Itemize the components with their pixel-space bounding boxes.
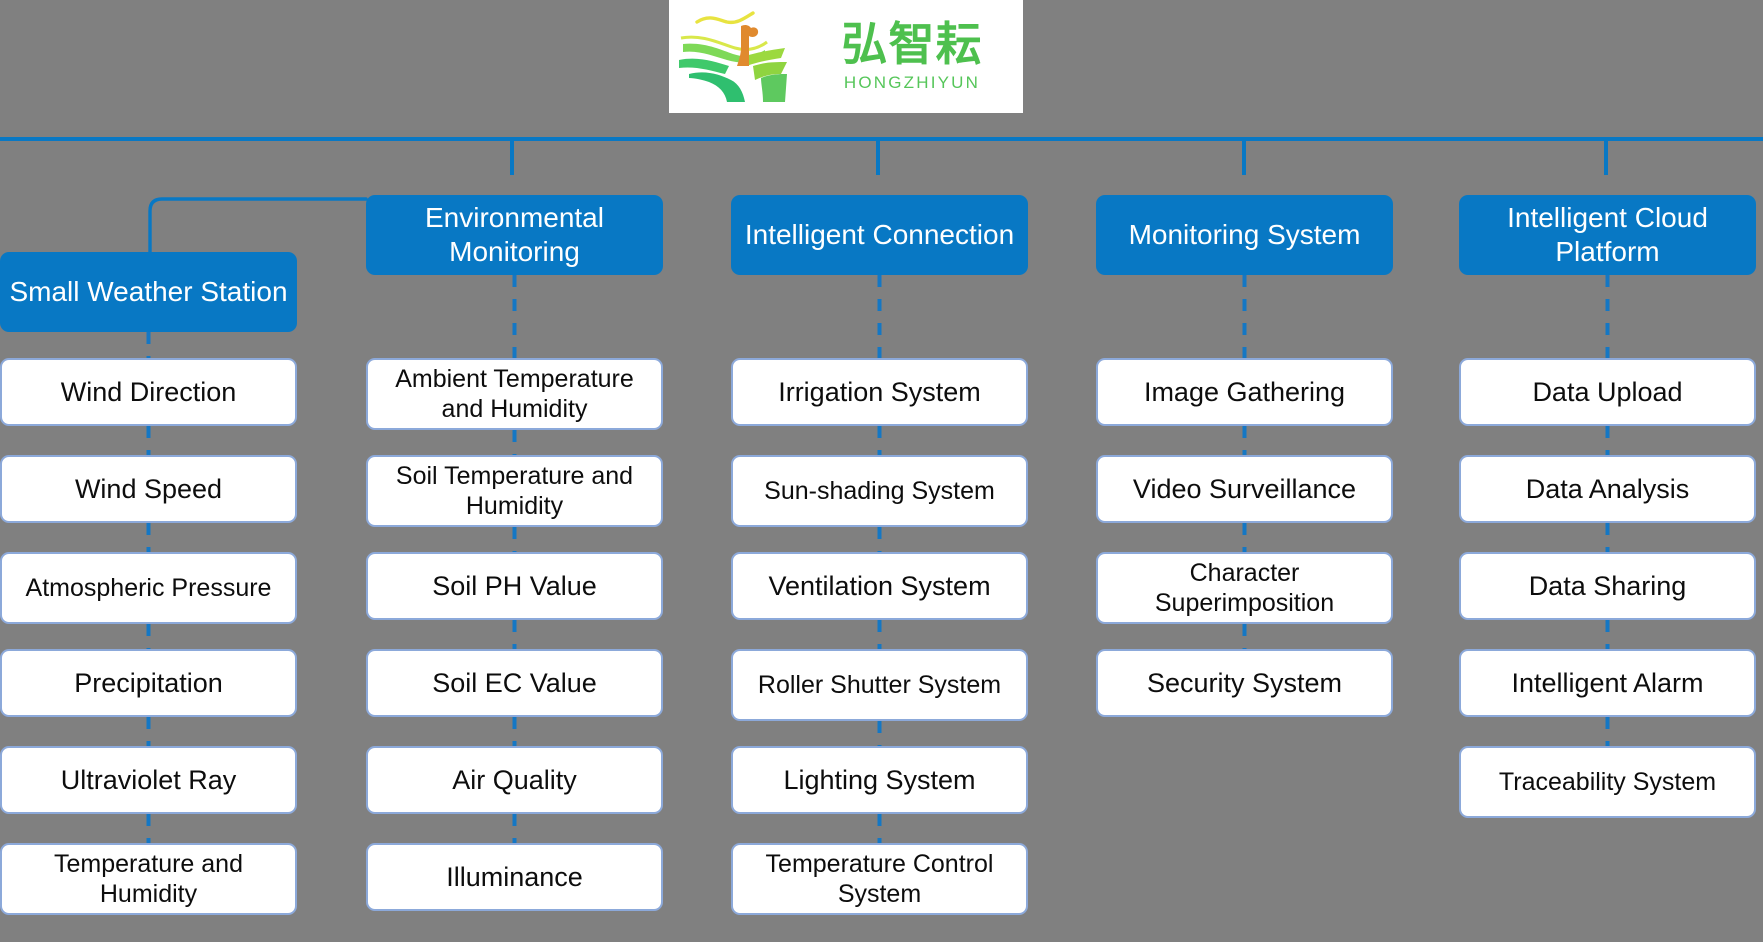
item-monitoring-system-2[interactable]: Character Superimposition: [1096, 552, 1393, 624]
header-environmental-monitoring-label: Environmental Monitoring: [425, 201, 604, 267]
item-small-weather-station-1[interactable]: Wind Speed: [0, 455, 297, 523]
item-intelligent-connection-2-label: Ventilation System: [768, 570, 991, 601]
header-intelligent-connection-label: Intelligent Connection: [744, 218, 1015, 250]
item-intelligent-cloud-platform-4[interactable]: Traceability System: [1459, 746, 1756, 818]
item-environmental-monitoring-4-label: Air Quality: [452, 764, 577, 795]
item-intelligent-connection-3[interactable]: Roller Shutter System: [731, 649, 1028, 721]
item-intelligent-connection-0-label: Irrigation System: [778, 376, 981, 407]
item-intelligent-connection-2[interactable]: Ventilation System: [731, 552, 1028, 620]
item-environmental-monitoring-1-label: Soil Temperature and Humidity: [395, 462, 634, 520]
header-monitoring-system[interactable]: Monitoring System: [1096, 195, 1393, 275]
item-intelligent-connection-5-label: Temperature Control System: [765, 850, 994, 908]
item-intelligent-cloud-platform-0-label: Data Upload: [1532, 376, 1683, 407]
item-intelligent-connection-4[interactable]: Lighting System: [731, 746, 1028, 814]
item-intelligent-cloud-platform-3[interactable]: Intelligent Alarm: [1459, 649, 1756, 717]
item-intelligent-connection-1-label: Sun-shading System: [764, 477, 995, 505]
item-intelligent-connection-0[interactable]: Irrigation System: [731, 358, 1028, 426]
item-monitoring-system-3-label: Security System: [1146, 667, 1343, 698]
diagram-canvas: 弘智耘 HONGZHIYUN Small Weather Station Wind…: [0, 0, 1763, 942]
item-environmental-monitoring-3[interactable]: Soil EC Value: [366, 649, 663, 717]
item-monitoring-system-1[interactable]: Video Surveillance: [1096, 455, 1393, 523]
item-intelligent-cloud-platform-1-label: Data Analysis: [1525, 473, 1690, 504]
item-environmental-monitoring-5-label: Illuminance: [446, 861, 583, 892]
item-intelligent-cloud-platform-2[interactable]: Data Sharing: [1459, 552, 1756, 620]
item-intelligent-cloud-platform-3-label: Intelligent Alarm: [1511, 667, 1704, 698]
item-small-weather-station-4[interactable]: Ultraviolet Ray: [0, 746, 297, 814]
item-small-weather-station-1-label: Wind Speed: [74, 473, 223, 504]
item-small-weather-station-5-label: Temperature and Humidity: [53, 850, 243, 908]
item-intelligent-connection-4-label: Lighting System: [783, 764, 976, 795]
item-small-weather-station-0[interactable]: Wind Direction: [0, 358, 297, 426]
item-intelligent-connection-1[interactable]: Sun-shading System: [731, 455, 1028, 527]
header-intelligent-cloud-platform-label: Intelligent Cloud Platform: [1507, 201, 1708, 267]
elbow-connector-col1: [148, 197, 368, 254]
header-intelligent-connection[interactable]: Intelligent Connection: [731, 195, 1028, 275]
item-environmental-monitoring-1[interactable]: Soil Temperature and Humidity: [366, 455, 663, 527]
item-small-weather-station-0-label: Wind Direction: [60, 376, 237, 407]
item-environmental-monitoring-5[interactable]: Illuminance: [366, 843, 663, 911]
item-intelligent-cloud-platform-2-label: Data Sharing: [1528, 570, 1687, 601]
logo-wordmark: 弘智耘 HONGZHIYUN: [803, 8, 1021, 106]
logo-chinese-text: 弘智耘: [841, 17, 983, 71]
item-small-weather-station-4-label: Ultraviolet Ray: [60, 764, 237, 795]
company-logo: 弘智耘 HONGZHIYUN: [669, 0, 1023, 113]
item-small-weather-station-2[interactable]: Atmospheric Pressure: [0, 552, 297, 624]
item-environmental-monitoring-2[interactable]: Soil PH Value: [366, 552, 663, 620]
header-environmental-monitoring[interactable]: Environmental Monitoring: [366, 195, 663, 275]
header-small-weather-station-label: Small Weather Station: [9, 275, 288, 307]
header-small-weather-station[interactable]: Small Weather Station: [0, 252, 297, 332]
item-environmental-monitoring-3-label: Soil EC Value: [432, 667, 597, 698]
item-intelligent-cloud-platform-0[interactable]: Data Upload: [1459, 358, 1756, 426]
logo-mark-icon: [675, 4, 803, 108]
item-small-weather-station-3[interactable]: Precipitation: [0, 649, 297, 717]
item-small-weather-station-5[interactable]: Temperature and Humidity: [0, 843, 297, 915]
item-monitoring-system-1-label: Video Surveillance: [1132, 473, 1357, 504]
header-intelligent-cloud-platform[interactable]: Intelligent Cloud Platform: [1459, 195, 1756, 275]
item-monitoring-system-3[interactable]: Security System: [1096, 649, 1393, 717]
item-monitoring-system-0[interactable]: Image Gathering: [1096, 358, 1393, 426]
item-intelligent-cloud-platform-4-label: Traceability System: [1498, 768, 1717, 796]
item-intelligent-cloud-platform-1[interactable]: Data Analysis: [1459, 455, 1756, 523]
item-environmental-monitoring-4[interactable]: Air Quality: [366, 746, 663, 814]
item-monitoring-system-0-label: Image Gathering: [1143, 376, 1346, 407]
item-environmental-monitoring-2-label: Soil PH Value: [432, 570, 597, 601]
item-intelligent-connection-5[interactable]: Temperature Control System: [731, 843, 1028, 915]
header-monitoring-system-label: Monitoring System: [1128, 218, 1361, 250]
item-environmental-monitoring-0[interactable]: Ambient Temperature and Humidity: [366, 358, 663, 430]
item-small-weather-station-2-label: Atmospheric Pressure: [25, 574, 272, 602]
item-small-weather-station-3-label: Precipitation: [74, 667, 223, 698]
logo-latin-text: HONGZHIYUN: [843, 73, 981, 92]
item-intelligent-connection-3-label: Roller Shutter System: [757, 671, 1002, 699]
item-monitoring-system-2-label: Character Superimposition: [1154, 559, 1335, 617]
item-environmental-monitoring-0-label: Ambient Temperature and Humidity: [395, 365, 634, 423]
